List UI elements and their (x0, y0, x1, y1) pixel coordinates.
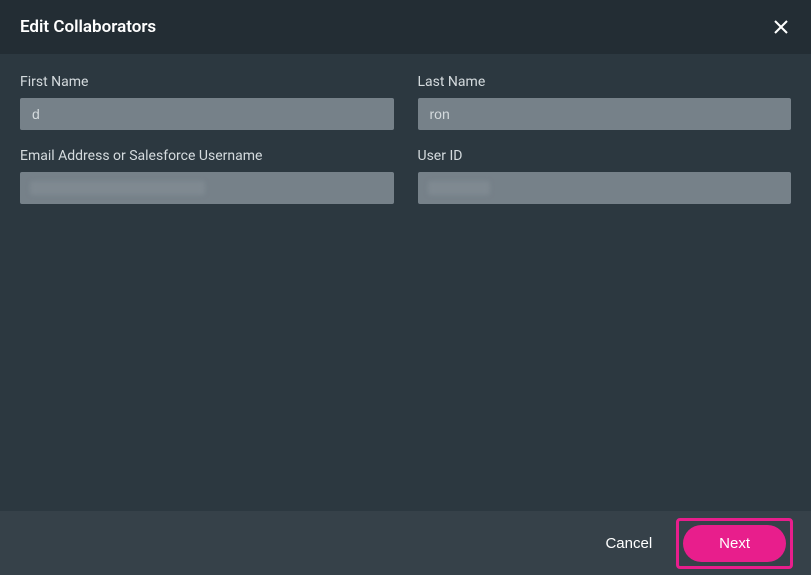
form-group-user-id: User ID (418, 148, 792, 204)
next-button-highlight: Next (676, 518, 793, 569)
email-input[interactable] (20, 172, 394, 204)
form-group-first-name: First Name (20, 74, 394, 130)
form-row-credentials: Email Address or Salesforce Username Use… (20, 148, 791, 204)
modal-footer: Cancel Next (0, 511, 811, 575)
user-id-label: User ID (418, 148, 792, 164)
last-name-input[interactable] (418, 98, 792, 130)
redacted-placeholder (30, 181, 205, 195)
modal-header: Edit Collaborators (0, 0, 811, 54)
close-icon[interactable] (771, 17, 791, 37)
redacted-placeholder (428, 181, 490, 195)
form-row-name: First Name Last Name (20, 74, 791, 130)
edit-collaborators-modal: Edit Collaborators First Name Last Name … (0, 0, 811, 575)
form-group-last-name: Last Name (418, 74, 792, 130)
modal-body: First Name Last Name Email Address or Sa… (0, 54, 811, 511)
modal-title: Edit Collaborators (20, 17, 156, 37)
form-group-email: Email Address or Salesforce Username (20, 148, 394, 204)
first-name-label: First Name (20, 74, 394, 90)
email-label: Email Address or Salesforce Username (20, 148, 394, 164)
last-name-label: Last Name (418, 74, 792, 90)
cancel-button[interactable]: Cancel (605, 535, 652, 552)
user-id-input[interactable] (418, 172, 792, 204)
first-name-input[interactable] (20, 98, 394, 130)
next-button[interactable]: Next (683, 525, 786, 562)
